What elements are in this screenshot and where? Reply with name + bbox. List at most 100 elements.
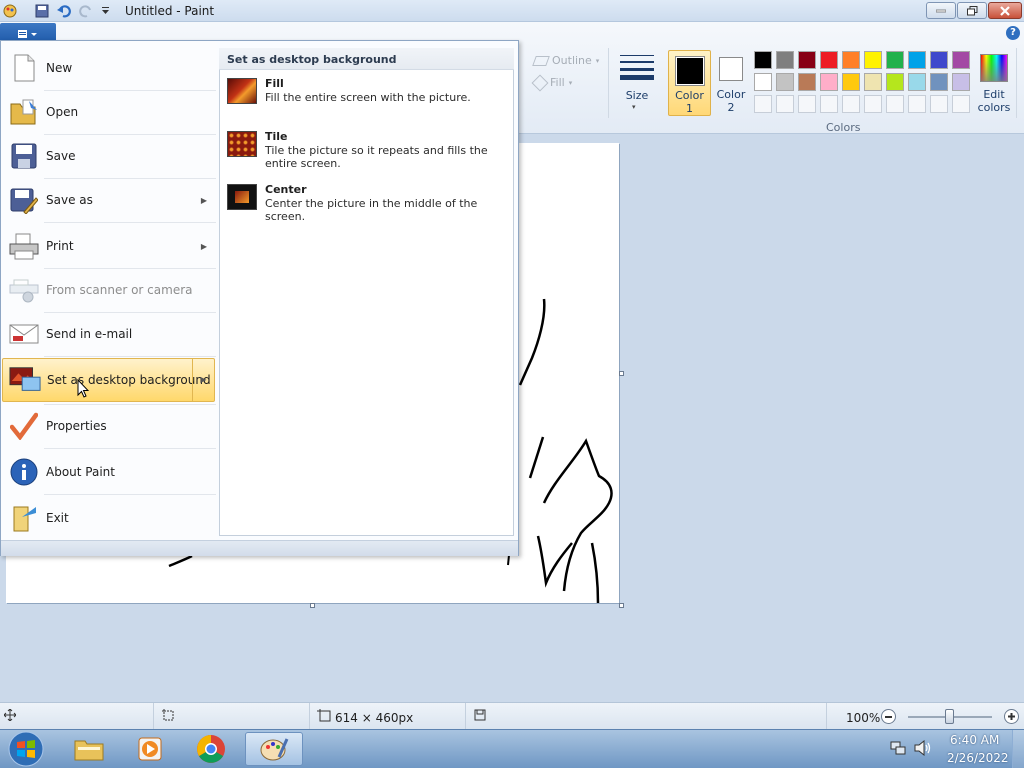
palette-swatch[interactable]	[798, 73, 816, 91]
taskbar-media-player[interactable]	[121, 732, 179, 766]
fill-button[interactable]: Fill ▾	[531, 74, 572, 91]
menu-item-exit[interactable]: Exit	[2, 496, 215, 540]
redo-icon[interactable]	[78, 3, 94, 19]
palette-swatch[interactable]	[776, 51, 794, 69]
submenu-arrow-icon[interactable]: ▶	[192, 359, 214, 401]
zoom-slider-thumb[interactable]	[945, 709, 954, 724]
scanner-icon	[8, 274, 40, 306]
restore-button[interactable]	[957, 2, 987, 19]
file-size-icon	[474, 709, 486, 724]
printer-icon	[8, 230, 40, 262]
info-icon	[8, 456, 40, 488]
palette-swatch[interactable]	[776, 73, 794, 91]
show-desktop-button[interactable]	[1012, 730, 1024, 768]
menu-item-properties[interactable]: Properties	[2, 404, 215, 448]
color1-swatch	[675, 56, 705, 86]
folder-icon	[74, 740, 104, 761]
custom-color-slot[interactable]	[842, 95, 860, 113]
color1-label-line2: 1	[686, 102, 693, 115]
image-dimensions: 614 × 460px	[335, 711, 414, 725]
chevron-down-icon: ▾	[632, 103, 636, 111]
customize-quick-access-icon[interactable]	[99, 3, 111, 19]
custom-color-slot[interactable]	[776, 95, 794, 113]
custom-color-slot[interactable]	[886, 95, 904, 113]
close-button[interactable]	[988, 2, 1022, 19]
colors-group-label: Colors	[826, 121, 861, 134]
palette-swatch[interactable]	[908, 73, 926, 91]
volume-icon[interactable]	[914, 739, 932, 759]
palette-swatch[interactable]	[798, 51, 816, 69]
menu-item-print[interactable]: Print ▶	[2, 224, 215, 268]
zoom-in-button[interactable]	[1004, 709, 1019, 724]
size-button[interactable]: Size ▾	[617, 50, 657, 116]
paint-app-icon[interactable]	[2, 3, 18, 19]
palette-swatch[interactable]	[886, 51, 904, 69]
help-icon[interactable]: ?	[1006, 26, 1020, 40]
minimize-button[interactable]	[926, 2, 956, 19]
palette-swatch[interactable]	[886, 73, 904, 91]
menu-item-send-email[interactable]: Send in e-mail	[2, 312, 215, 356]
palette-swatch[interactable]	[908, 51, 926, 69]
menu-item-new[interactable]: New	[2, 46, 215, 90]
custom-color-slot[interactable]	[820, 95, 838, 113]
line-size-icon	[620, 55, 654, 80]
submenu-item-title: Tile	[265, 130, 288, 143]
mouse-cursor-icon	[77, 378, 90, 401]
fill-label: Fill	[550, 76, 565, 89]
color1-button[interactable]: Color 1	[668, 50, 711, 116]
custom-color-slot[interactable]	[908, 95, 926, 113]
custom-color-slot[interactable]	[930, 95, 948, 113]
selection-size-icon	[162, 709, 175, 725]
network-icon[interactable]	[890, 740, 906, 759]
taskbar-explorer[interactable]	[60, 732, 118, 766]
palette-swatch[interactable]	[842, 51, 860, 69]
custom-color-slot[interactable]	[754, 95, 772, 113]
palette-swatch[interactable]	[754, 51, 772, 69]
menu-item-save-as[interactable]: Save as ▶	[2, 178, 215, 222]
windows-logo-icon	[8, 731, 44, 767]
edit-colors-button[interactable]: Edit colors	[974, 50, 1014, 116]
menu-item-open[interactable]: Open	[2, 90, 215, 134]
color2-button[interactable]: Color 2	[713, 50, 749, 116]
save-icon[interactable]	[34, 3, 50, 19]
start-button[interactable]	[6, 730, 46, 768]
submenu-header: Set as desktop background	[219, 48, 514, 70]
palette-swatch[interactable]	[864, 51, 882, 69]
custom-color-slot[interactable]	[952, 95, 970, 113]
color2-label-line1: Color	[716, 88, 746, 101]
outline-label: Outline	[552, 54, 592, 67]
palette-swatch[interactable]	[864, 73, 882, 91]
submenu-item-center[interactable]: Center Center the picture in the middle …	[222, 183, 511, 229]
undo-icon[interactable]	[56, 3, 72, 19]
resize-handle-right[interactable]	[619, 371, 624, 376]
palette-swatch[interactable]	[930, 51, 948, 69]
custom-color-slot[interactable]	[864, 95, 882, 113]
menu-item-save[interactable]: Save	[2, 134, 215, 178]
palette-swatch[interactable]	[754, 73, 772, 91]
zoom-out-button[interactable]	[881, 709, 896, 724]
submenu-item-tile[interactable]: Tile Tile the picture so it repeats and …	[222, 130, 511, 176]
menu-item-scanner[interactable]: From scanner or camera	[2, 268, 215, 312]
menu-item-label: Properties	[46, 419, 107, 433]
palette-swatch[interactable]	[820, 51, 838, 69]
palette-swatch[interactable]	[930, 73, 948, 91]
fill-bucket-icon	[531, 74, 549, 91]
taskbar-paint[interactable]	[245, 732, 303, 766]
menu-item-set-desktop-background[interactable]: Set as desktop background ▶	[2, 358, 215, 402]
window-title: Untitled - Paint	[125, 4, 215, 18]
menu-item-about[interactable]: About Paint	[2, 450, 215, 494]
palette-swatch[interactable]	[952, 73, 970, 91]
palette-swatch[interactable]	[820, 73, 838, 91]
outline-button[interactable]: Outline ▾	[532, 54, 599, 67]
palette-swatch[interactable]	[842, 73, 860, 91]
clock-time[interactable]: 6:40 AM	[950, 733, 999, 747]
submenu-item-fill[interactable]: Fill Fill the entire screen with the pic…	[222, 77, 511, 123]
resize-handle-bottom[interactable]	[310, 603, 315, 608]
resize-handle-corner[interactable]	[619, 603, 624, 608]
custom-color-slot[interactable]	[798, 95, 816, 113]
submenu-item-title: Center	[265, 183, 307, 196]
submenu-item-description: Center the picture in the middle of the …	[265, 197, 478, 223]
clock-date[interactable]: 2/26/2022	[947, 751, 1009, 765]
palette-swatch[interactable]	[952, 51, 970, 69]
taskbar-chrome[interactable]	[182, 732, 240, 766]
